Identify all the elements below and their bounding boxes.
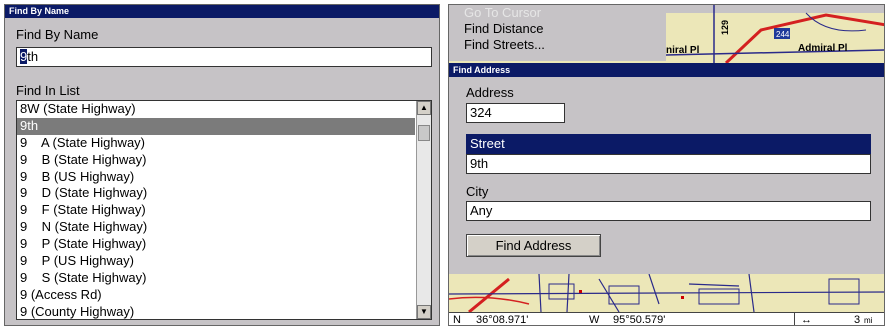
menu-item-go-to-cursor[interactable]: Go To Cursor: [449, 5, 666, 21]
map-road: [724, 13, 884, 65]
zoom-unit: mi: [864, 316, 873, 325]
map-top-drawing: 244 niral Pl Admiral Pl 129: [665, 5, 884, 65]
map-road: [449, 296, 530, 305]
map-street-label: Admiral Pl: [798, 43, 848, 54]
map-road: [449, 291, 884, 295]
list-item-selected[interactable]: 9th: [17, 117, 415, 135]
dialog-title: Find Address: [449, 63, 884, 77]
list-item[interactable]: 9 P (US Highway): [17, 253, 415, 270]
map-panel: Go To Cursor Find Distance Find Streets.…: [448, 4, 885, 326]
street-input[interactable]: 9th: [466, 154, 871, 174]
list-item[interactable]: 9 B (US Highway): [17, 169, 415, 186]
list-item[interactable]: 9 (Access Rd): [17, 287, 415, 304]
find-address-button[interactable]: Find Address: [466, 234, 601, 257]
list-item[interactable]: 9 S (State Highway): [17, 270, 415, 287]
scroll-thumb[interactable]: [418, 125, 430, 141]
latitude-hemisphere: N: [453, 314, 461, 326]
menu-strip-bg: [666, 5, 884, 13]
find-address-dialog: Find Address Address 324 Street 9th City…: [449, 63, 884, 274]
map-bottom-area[interactable]: [449, 273, 884, 314]
address-label: Address: [466, 85, 514, 100]
highway-shield-label: 244: [776, 30, 790, 39]
list-heading: Find In List: [16, 83, 80, 98]
list-item[interactable]: 9 F (State Highway): [17, 202, 415, 219]
list-item[interactable]: 9 (County Highway): [17, 304, 415, 319]
search-text: th: [27, 49, 39, 64]
map-route-label: 129: [720, 20, 730, 35]
status-bar: N 36°08.971' W 95°50.579' ↔ 3 mi: [449, 312, 884, 326]
menu-item-find-distance[interactable]: Find Distance: [449, 21, 666, 37]
longitude-value: 95°50.579': [613, 314, 666, 326]
city-label: City: [466, 184, 489, 199]
list-item[interactable]: 9 B (State Highway): [17, 152, 415, 169]
map-bottom-drawing: [449, 273, 884, 314]
list-item[interactable]: 9 N (State Highway): [17, 219, 415, 236]
list-item[interactable]: 9 D (State Highway): [17, 185, 415, 202]
results-list-items: 8W (State Highway) 9th 9 A (State Highway)…: [17, 101, 415, 319]
menu-item-find-streets[interactable]: Find Streets...: [449, 37, 666, 53]
city-input[interactable]: Any: [466, 201, 871, 221]
latitude-value: 36°08.971': [476, 314, 529, 326]
longitude-hemisphere: W: [589, 314, 600, 326]
find-by-name-dialog: Find By Name Find By Name 9th Find In Li…: [4, 4, 440, 326]
search-name-input[interactable]: 9th: [16, 47, 432, 67]
list-item[interactable]: 8W (State Highway): [17, 101, 415, 118]
list-item[interactable]: 9 P (State Highway): [17, 236, 415, 253]
window-title: Find By Name: [5, 5, 439, 18]
dialog-heading: Find By Name: [16, 27, 99, 42]
list-item[interactable]: 9 A (State Highway): [17, 135, 415, 152]
poi-icon: [681, 296, 684, 299]
poi-icon: [579, 290, 582, 293]
map-road: [468, 277, 510, 314]
zoom-range-icon: ↔: [801, 314, 812, 326]
map-block: [548, 278, 860, 305]
scroll-down-icon[interactable]: ▼: [417, 305, 431, 319]
list-scrollbar[interactable]: ▲ ▼: [416, 101, 431, 319]
status-divider: [794, 313, 795, 325]
map-top-area[interactable]: 244 niral Pl Admiral Pl 129: [665, 5, 884, 65]
zoom-value: 3: [854, 314, 861, 326]
results-list[interactable]: 8W (State Highway) 9th 9 A (State Highway)…: [16, 100, 432, 320]
find-menu: Go To Cursor Find Distance Find Streets.…: [449, 5, 667, 61]
address-input[interactable]: 324: [466, 103, 565, 123]
map-street-label: niral Pl: [666, 45, 700, 56]
street-label: Street: [466, 134, 871, 154]
scroll-up-icon[interactable]: ▲: [417, 101, 431, 115]
